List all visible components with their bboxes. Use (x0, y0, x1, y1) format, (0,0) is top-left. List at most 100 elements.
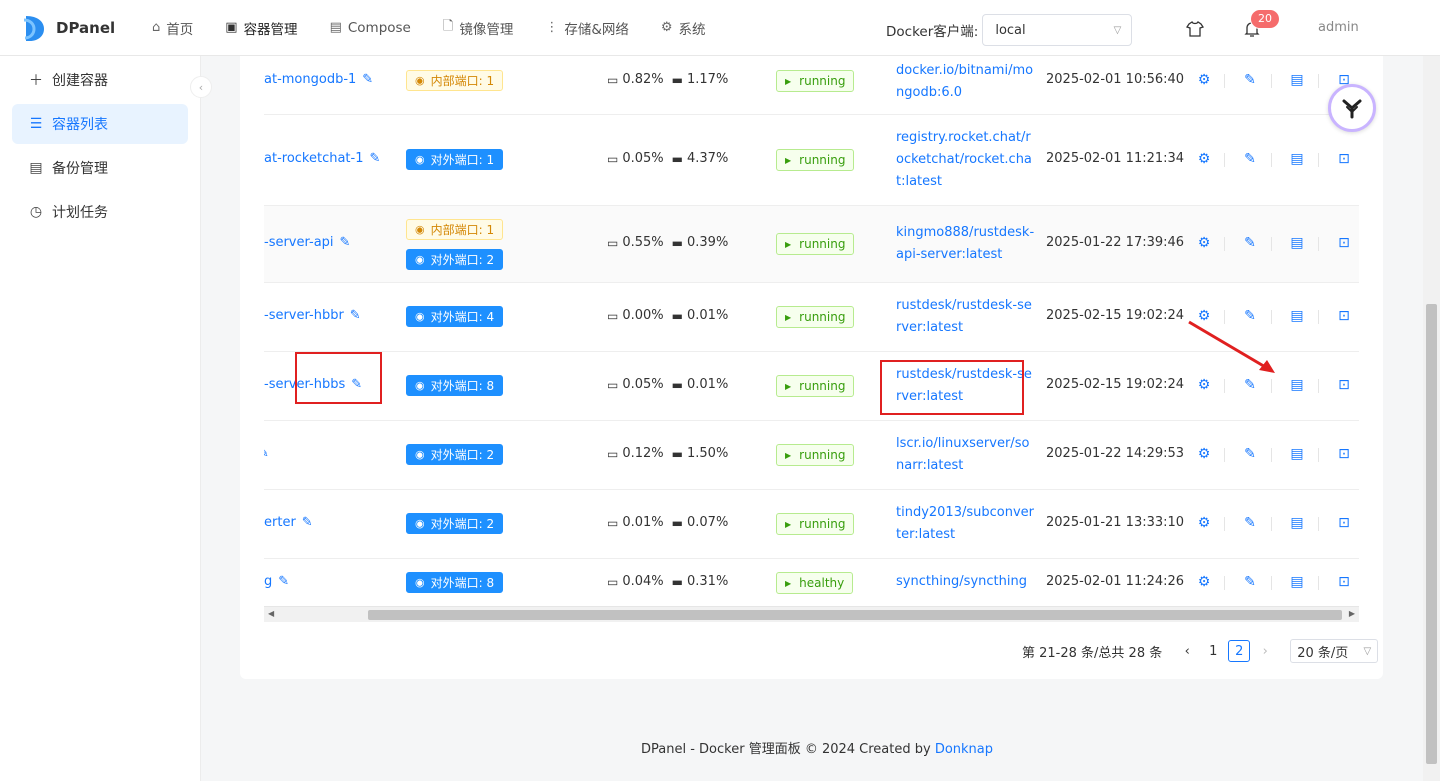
sidebar-item-create-container[interactable]: ＋ 创建容器 (12, 60, 188, 100)
gear-icon[interactable]: ⚙ (1196, 446, 1212, 462)
gear-icon[interactable]: ⚙ (1196, 235, 1212, 251)
container-name[interactable]: at-rocketchat-1 ✎ (264, 151, 380, 166)
nav-system[interactable]: ⚙ 系统 (661, 18, 706, 38)
log-icon[interactable]: ▤ (1289, 515, 1305, 531)
page-vertical-scrollbar[interactable] (1423, 56, 1440, 781)
docker-client-select[interactable]: local ▽ (982, 14, 1133, 46)
status-badge: ▶ running (776, 306, 855, 328)
log-icon[interactable]: ▤ (1289, 151, 1305, 167)
terminal-icon[interactable]: ⊡ (1336, 235, 1352, 251)
port-tag-outer[interactable]: ◉ 对外端口: 2 (406, 249, 504, 270)
edit-icon[interactable]: ✎ (1242, 574, 1258, 590)
nav-home[interactable]: ⌂ 首页 (152, 18, 193, 38)
gear-icon[interactable]: ⚙ (1196, 515, 1212, 531)
edit-icon[interactable]: ✎ (1242, 515, 1258, 531)
scrollbar-thumb[interactable] (368, 610, 1342, 620)
edit-icon[interactable]: ✎ (1242, 151, 1258, 167)
gear-icon[interactable]: ⚙ (1196, 574, 1212, 590)
port-tag-outer[interactable]: ◉ 对外端口: 2 (406, 513, 504, 534)
terminal-icon[interactable]: ⊡ (1336, 377, 1352, 393)
edit-icon[interactable]: ✎ (264, 446, 269, 461)
divider (1224, 517, 1225, 531)
gear-icon[interactable]: ⚙ (1196, 72, 1212, 88)
edit-icon[interactable]: ✎ (1242, 446, 1258, 462)
table-horizontal-scrollbar[interactable]: ◀ ▶ (264, 606, 1359, 622)
scrollbar-thumb[interactable] (1426, 304, 1437, 764)
container-name[interactable]: at-mongodb-1 ✎ (264, 72, 373, 87)
cpu-usage: 0.12% (622, 446, 664, 461)
port-label: 对外端口: 4 (430, 310, 495, 324)
terminal-icon[interactable]: ⊡ (1336, 446, 1352, 462)
sidebar-item-container-list[interactable]: ☰ 容器列表 (12, 104, 188, 144)
port-tag-inner[interactable]: ◉ 内部端口: 1 (406, 70, 504, 91)
edit-icon[interactable]: ✎ (340, 235, 351, 250)
sidebar-collapse-button[interactable]: ‹ (190, 76, 212, 98)
image-link[interactable]: docker.io/bitnami/mongodb:6.0 (896, 60, 1036, 104)
log-icon[interactable]: ▤ (1289, 446, 1305, 462)
image-link[interactable]: lscr.io/linuxserver/sonarr:latest (896, 433, 1036, 477)
container-name[interactable]: g ✎ (264, 574, 289, 589)
image-link[interactable]: registry.rocket.chat/rocketchat/rocket.c… (896, 127, 1036, 193)
app-logo[interactable]: DPanel (22, 14, 130, 42)
pagination: 第 21-28 条/总共 28 条 ‹ 1 2 › 20 条/页 ▽ (1022, 639, 1379, 663)
next-page-button[interactable]: › (1254, 640, 1276, 662)
nav-container-management[interactable]: ▣ 容器管理 (225, 18, 297, 38)
log-icon[interactable]: ▤ (1289, 308, 1305, 324)
container-name[interactable]: -server-api ✎ (264, 235, 350, 250)
scroll-right-icon[interactable]: ▶ (1349, 609, 1355, 618)
edit-icon[interactable]: ✎ (1242, 377, 1258, 393)
port-tag-inner[interactable]: ◉ 内部端口: 1 (406, 219, 504, 240)
terminal-icon[interactable]: ⊡ (1336, 574, 1352, 590)
image-link[interactable]: rustdesk/rustdesk-server:latest (896, 295, 1036, 339)
image-link[interactable]: kingmo888/rustdesk-api-server:latest (896, 222, 1036, 266)
floating-assistant-button[interactable] (1328, 84, 1376, 132)
eye-slash-icon: ◉ (415, 74, 425, 87)
nav-compose[interactable]: ▤ Compose (330, 20, 411, 36)
image-link[interactable]: tindy2013/subconverter:latest (896, 502, 1036, 546)
dpanel-logo-icon (23, 15, 44, 41)
port-tag-outer[interactable]: ◉ 对外端口: 2 (406, 444, 504, 465)
container-name[interactable]: erter ✎ (264, 515, 313, 530)
edit-icon[interactable]: ✎ (278, 574, 289, 589)
status-badge: ▶ running (776, 513, 855, 535)
page-button-current[interactable]: 2 (1228, 640, 1251, 662)
container-name[interactable]: -server-hbbr ✎ (264, 308, 361, 323)
edit-icon[interactable]: ✎ (370, 151, 381, 166)
terminal-icon[interactable]: ⊡ (1336, 151, 1352, 167)
terminal-icon[interactable]: ⊡ (1336, 308, 1352, 324)
prev-page-button[interactable]: ‹ (1176, 640, 1198, 662)
log-icon[interactable]: ▤ (1289, 574, 1305, 590)
edit-icon[interactable]: ✎ (362, 72, 373, 87)
port-tag-outer[interactable]: ◉ 对外端口: 1 (406, 149, 504, 170)
port-tag-outer[interactable]: ◉ 对外端口: 8 (406, 375, 504, 396)
user-name[interactable]: admin (1318, 20, 1359, 35)
theme-shirt-icon[interactable] (1184, 18, 1206, 40)
log-icon[interactable]: ▤ (1289, 72, 1305, 88)
edit-icon[interactable]: ✎ (350, 308, 361, 323)
gear-icon[interactable]: ⚙ (1196, 377, 1212, 393)
sidebar-item-backup[interactable]: ▤ 备份管理 (12, 148, 188, 188)
port-tag-outer[interactable]: ◉ 对外端口: 8 (406, 572, 504, 593)
container-name[interactable]: ✎ (264, 446, 269, 461)
terminal-icon[interactable]: ⊡ (1336, 515, 1352, 531)
scroll-left-icon[interactable]: ◀ (268, 609, 274, 618)
port-tag-outer[interactable]: ◉ 对外端口: 4 (406, 306, 504, 327)
nav-image-management[interactable]: 🗋 镜像管理 (443, 17, 513, 39)
cpu-usage: 0.82% (622, 72, 664, 87)
page-size-value: 20 条/页 (1297, 645, 1349, 661)
nav-storage-network[interactable]: ⋮ 存储&网络 (545, 18, 629, 38)
page-button[interactable]: 1 (1202, 640, 1224, 662)
footer-author-link[interactable]: Donknap (935, 742, 993, 757)
sidebar-item-scheduled-tasks[interactable]: ◷ 计划任务 (12, 192, 188, 232)
page-size-select[interactable]: 20 条/页 ▽ (1290, 639, 1379, 663)
edit-icon[interactable]: ✎ (1242, 72, 1258, 88)
log-icon[interactable]: ▤ (1289, 377, 1305, 393)
edit-icon[interactable]: ✎ (1242, 235, 1258, 251)
image-link[interactable]: syncthing/syncthing (896, 571, 1036, 593)
status-badge: ▶ running (776, 149, 855, 171)
gear-icon[interactable]: ⚙ (1196, 151, 1212, 167)
created-time: 2025-02-15 19:02:24 (1046, 308, 1185, 323)
log-icon[interactable]: ▤ (1289, 235, 1305, 251)
play-icon: ▶ (785, 76, 792, 86)
edit-icon[interactable]: ✎ (302, 515, 313, 530)
